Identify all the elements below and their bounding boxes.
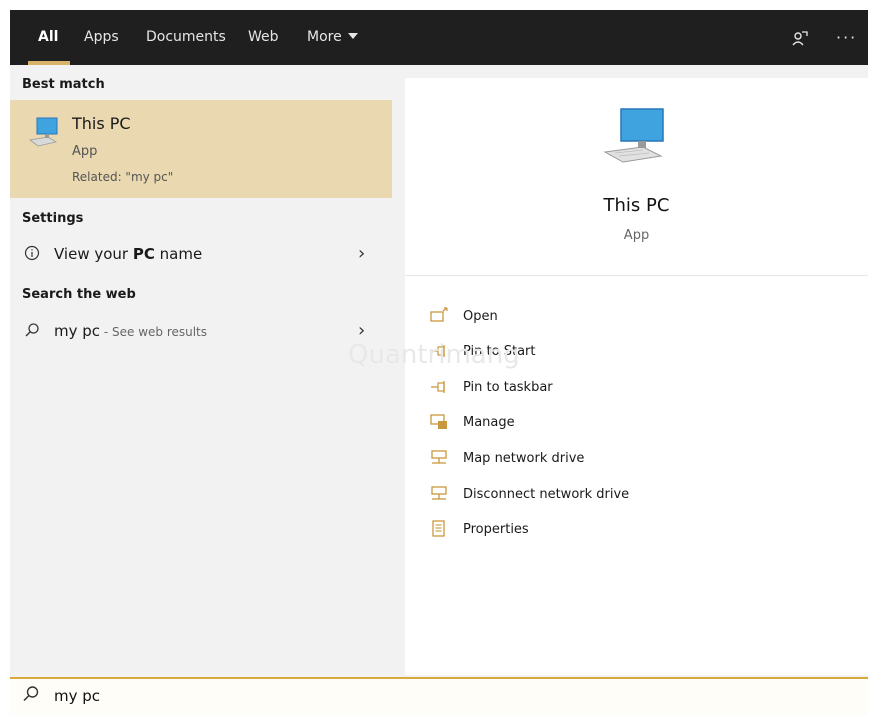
web-result-sub: - See web results [100, 325, 208, 339]
caret-down-icon [347, 33, 358, 39]
network-drive-icon [430, 449, 450, 467]
settings-item-label: View your PC name [54, 245, 202, 263]
properties-icon [430, 520, 450, 538]
search-icon [24, 322, 40, 342]
action-disconnect-network-drive-label: Disconnect network drive [463, 487, 630, 502]
action-manage[interactable]: Manage [430, 410, 850, 438]
action-properties[interactable]: Properties [430, 517, 850, 545]
open-icon [430, 307, 450, 325]
settings-item-bold: PC [132, 245, 155, 263]
more-options-icon[interactable]: ··· [836, 10, 857, 65]
best-match-item[interactable]: This PC App Related: "my pc" [10, 100, 392, 198]
tab-web[interactable]: Web [248, 10, 279, 65]
action-open-label: Open [463, 309, 498, 324]
tab-all[interactable]: All [38, 10, 58, 65]
best-match-related: Related: "my pc" [72, 170, 174, 184]
detail-title: This PC [603, 195, 670, 216]
search-icon [22, 685, 40, 707]
settings-item-suffix: name [154, 245, 203, 263]
divider [405, 275, 868, 276]
action-pin-to-taskbar[interactable]: Pin to taskbar [430, 375, 850, 403]
web-result-item[interactable]: my pc - See web results › [10, 313, 392, 349]
manage-icon [430, 413, 450, 431]
action-manage-label: Manage [463, 415, 515, 430]
action-properties-label: Properties [463, 522, 529, 537]
settings-heading: Settings [22, 211, 84, 226]
best-match-title: This PC [72, 114, 131, 133]
watermark: Quantrimang [348, 340, 520, 370]
search-window: All Apps Documents Web More ··· Best mat… [10, 10, 868, 715]
web-result-query: my pc [54, 322, 101, 340]
web-result-label: my pc - See web results [54, 322, 207, 340]
this-pc-large-icon [603, 106, 669, 172]
chevron-right-icon[interactable]: › [358, 243, 365, 264]
network-drive-icon [430, 485, 450, 503]
settings-item-view-pc-name[interactable]: View your PC name › [10, 236, 392, 272]
tab-more-label: More [307, 29, 342, 45]
tab-apps[interactable]: Apps [84, 10, 119, 65]
filter-bar: All Apps Documents Web More ··· [10, 10, 868, 65]
best-match-heading: Best match [22, 77, 105, 92]
action-pin-to-taskbar-label: Pin to taskbar [463, 380, 553, 395]
action-open[interactable]: Open [430, 304, 850, 332]
results-panel: Best match This PC App Related: "my pc" … [10, 65, 395, 677]
detail-type: App [623, 228, 650, 243]
search-input[interactable] [54, 687, 454, 705]
feedback-icon[interactable] [790, 10, 808, 65]
tab-documents[interactable]: Documents [146, 10, 226, 65]
settings-item-prefix: View your [54, 245, 133, 263]
action-map-network-drive[interactable]: Map network drive [430, 446, 850, 474]
pin-icon [430, 378, 450, 396]
best-match-type: App [72, 144, 98, 159]
detail-panel: This PC App Open Pin to Start Pin to tas… [405, 78, 868, 675]
search-box[interactable] [10, 677, 868, 715]
search-web-heading: Search the web [22, 287, 136, 302]
info-icon [24, 245, 40, 265]
chevron-right-icon[interactable]: › [358, 320, 365, 341]
action-map-network-drive-label: Map network drive [463, 451, 585, 466]
action-disconnect-network-drive[interactable]: Disconnect network drive [430, 482, 850, 510]
tab-more[interactable]: More [307, 10, 358, 65]
this-pc-icon [28, 116, 62, 154]
